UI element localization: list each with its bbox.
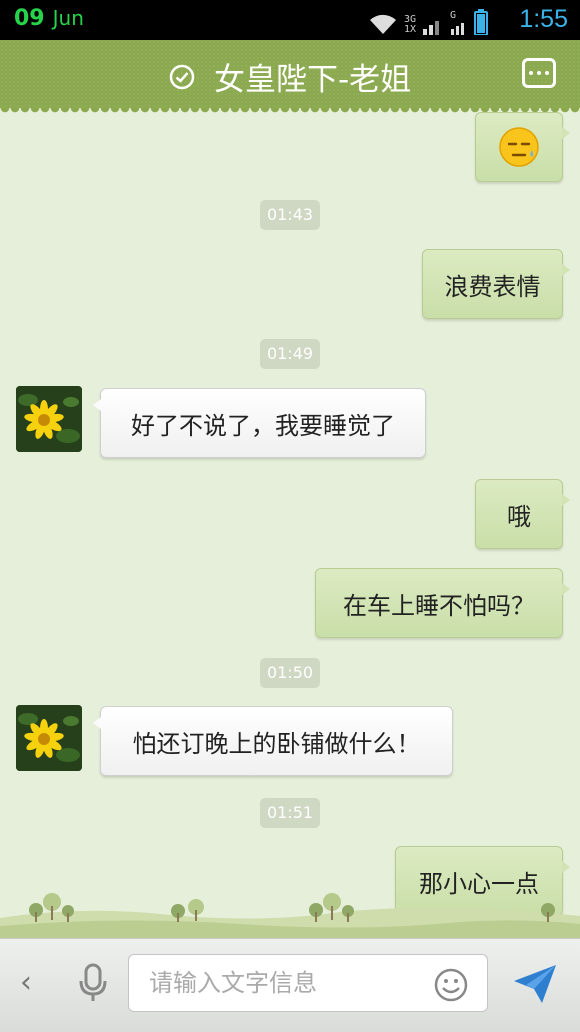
title-wrap: 女皇陛下-老姐 — [0, 54, 580, 99]
flower-avatar-image — [16, 386, 82, 452]
wifi-icon — [369, 14, 396, 34]
timestamp: 01:49 — [260, 339, 320, 369]
title-bar: 女皇陛下-老姐 — [0, 40, 580, 114]
battery-icon — [474, 9, 488, 35]
status-date: 09 Jun — [14, 6, 84, 31]
contact-avatar[interactable] — [16, 386, 82, 452]
input-bar: ‹ 请输入文字信息 — [0, 938, 580, 1032]
signal-bars-icon — [423, 21, 439, 35]
microphone-icon[interactable] — [76, 963, 110, 1003]
status-month: Jun — [52, 6, 84, 30]
status-icons: 3G 1X G — [368, 9, 488, 35]
chevron-left-icon[interactable]: ‹ — [20, 965, 32, 1000]
sleepy-face-icon — [499, 127, 539, 167]
status-bar: 09 Jun 3G 1X G 1:55 — [0, 0, 580, 40]
timestamp: 01:51 — [260, 798, 320, 828]
status-time: 1:55 — [519, 5, 568, 33]
network-type-icon: 3G 1X — [403, 14, 416, 35]
smiley-icon[interactable] — [434, 968, 468, 1002]
chat-title: 女皇陛下-老姐 — [213, 62, 412, 98]
message-bubble-received[interactable]: 怕还订晚上的卧铺做什么！ — [93, 706, 453, 776]
more-options-icon[interactable] — [522, 58, 556, 88]
message-bubble-received[interactable]: 好了不说了，我要睡觉了 — [93, 388, 426, 458]
online-check-icon — [169, 64, 195, 89]
timestamp: 01:43 — [260, 200, 320, 230]
send-icon[interactable] — [512, 963, 558, 1005]
timestamp: 01:50 — [260, 658, 320, 688]
message-bubble-sent[interactable]: 在车上睡不怕吗？ — [315, 568, 570, 638]
landscape-decoration — [0, 893, 580, 938]
message-bubble-sent[interactable]: 哦 — [475, 479, 570, 549]
message-bubble-emoji[interactable] — [475, 112, 570, 182]
contact-avatar[interactable] — [16, 705, 82, 771]
message-bubble-sent[interactable]: 浪费表情 — [422, 249, 570, 319]
g-network-icon: G — [450, 11, 468, 35]
flower-avatar-image — [16, 705, 82, 771]
chat-area[interactable]: 01:43 浪费表情 01:49 好了不说了，我要睡觉了 哦 在车上睡不怕吗？ … — [0, 108, 580, 938]
status-day: 09 — [14, 6, 45, 31]
